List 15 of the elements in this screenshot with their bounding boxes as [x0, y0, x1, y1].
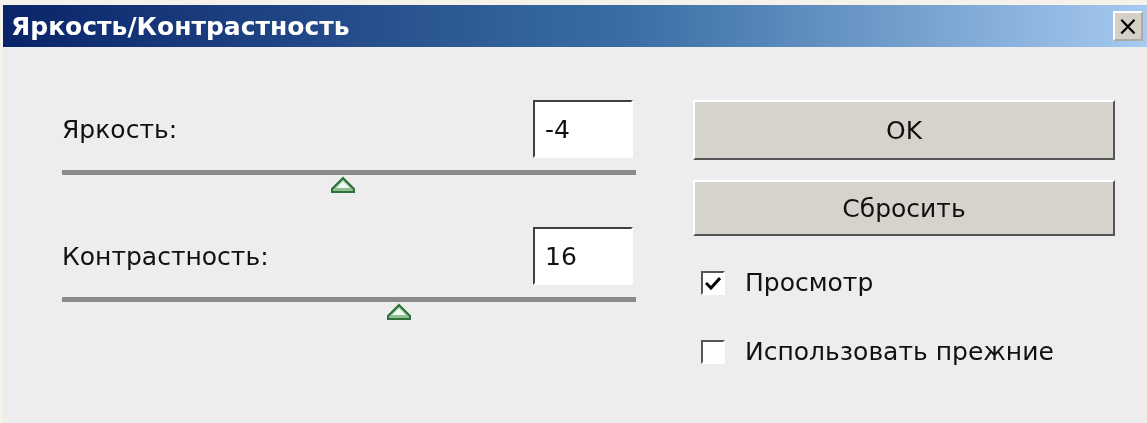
slider-label: Контрастность: — [62, 241, 269, 271]
check-icon — [705, 275, 721, 290]
window-title: Яркость/Контрастность — [11, 11, 350, 41]
slider-label: Яркость: — [62, 114, 178, 144]
dialog-button[interactable]: Сбросить — [693, 180, 1115, 236]
dialog-button[interactable]: OK — [693, 100, 1115, 160]
checkbox[interactable] — [701, 270, 725, 295]
close-button[interactable]: × — [1113, 11, 1143, 41]
value-field[interactable]: -4 — [533, 100, 633, 158]
checkbox[interactable] — [701, 339, 725, 364]
slider-thumb[interactable] — [384, 303, 413, 321]
slider-thumb[interactable] — [329, 176, 358, 194]
checkbox-label[interactable]: Использовать прежние — [745, 337, 1054, 366]
value-field[interactable]: 16 — [533, 227, 633, 285]
checkbox-label[interactable]: Просмотр — [745, 268, 874, 297]
